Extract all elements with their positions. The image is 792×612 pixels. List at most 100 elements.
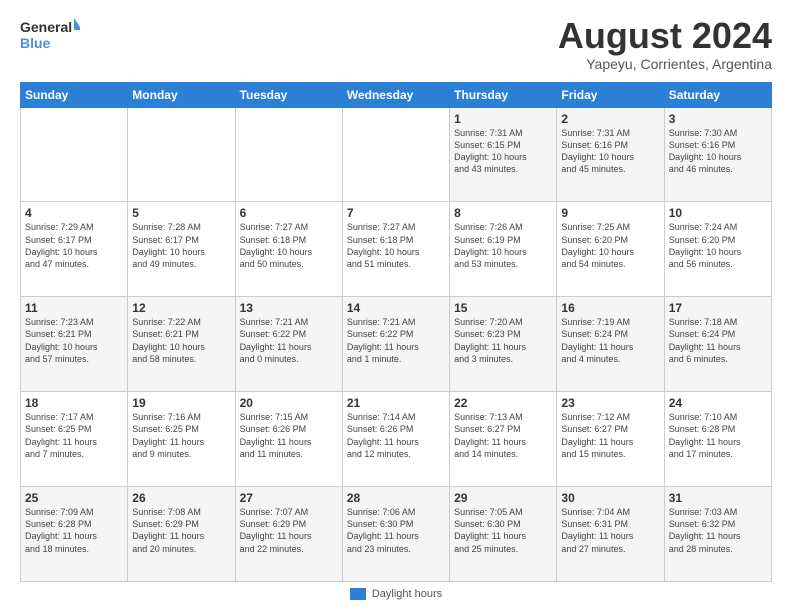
day-info: Sunrise: 7:24 AM Sunset: 6:20 PM Dayligh… bbox=[669, 221, 767, 270]
calendar-week-row: 1Sunrise: 7:31 AM Sunset: 6:15 PM Daylig… bbox=[21, 107, 772, 202]
day-number: 8 bbox=[454, 206, 552, 220]
day-number: 21 bbox=[347, 396, 445, 410]
table-row: 26Sunrise: 7:08 AM Sunset: 6:29 PM Dayli… bbox=[128, 487, 235, 582]
day-number: 6 bbox=[240, 206, 338, 220]
day-info: Sunrise: 7:17 AM Sunset: 6:25 PM Dayligh… bbox=[25, 411, 123, 460]
calendar-week-row: 11Sunrise: 7:23 AM Sunset: 6:21 PM Dayli… bbox=[21, 297, 772, 392]
day-number: 23 bbox=[561, 396, 659, 410]
table-row: 25Sunrise: 7:09 AM Sunset: 6:28 PM Dayli… bbox=[21, 487, 128, 582]
table-row: 23Sunrise: 7:12 AM Sunset: 6:27 PM Dayli… bbox=[557, 392, 664, 487]
calendar-week-row: 18Sunrise: 7:17 AM Sunset: 6:25 PM Dayli… bbox=[21, 392, 772, 487]
table-row: 29Sunrise: 7:05 AM Sunset: 6:30 PM Dayli… bbox=[450, 487, 557, 582]
day-info: Sunrise: 7:15 AM Sunset: 6:26 PM Dayligh… bbox=[240, 411, 338, 460]
day-info: Sunrise: 7:29 AM Sunset: 6:17 PM Dayligh… bbox=[25, 221, 123, 270]
day-info: Sunrise: 7:04 AM Sunset: 6:31 PM Dayligh… bbox=[561, 506, 659, 555]
day-info: Sunrise: 7:07 AM Sunset: 6:29 PM Dayligh… bbox=[240, 506, 338, 555]
calendar-header-row: Sunday Monday Tuesday Wednesday Thursday… bbox=[21, 82, 772, 107]
day-info: Sunrise: 7:25 AM Sunset: 6:20 PM Dayligh… bbox=[561, 221, 659, 270]
header: General Blue August 2024 Yapeyu, Corrien… bbox=[20, 16, 772, 72]
svg-text:Blue: Blue bbox=[20, 35, 51, 51]
day-number: 2 bbox=[561, 112, 659, 126]
day-info: Sunrise: 7:30 AM Sunset: 6:16 PM Dayligh… bbox=[669, 127, 767, 176]
day-info: Sunrise: 7:31 AM Sunset: 6:15 PM Dayligh… bbox=[454, 127, 552, 176]
day-info: Sunrise: 7:12 AM Sunset: 6:27 PM Dayligh… bbox=[561, 411, 659, 460]
day-number: 20 bbox=[240, 396, 338, 410]
day-number: 26 bbox=[132, 491, 230, 505]
table-row: 16Sunrise: 7:19 AM Sunset: 6:24 PM Dayli… bbox=[557, 297, 664, 392]
day-number: 17 bbox=[669, 301, 767, 315]
table-row: 17Sunrise: 7:18 AM Sunset: 6:24 PM Dayli… bbox=[664, 297, 771, 392]
day-info: Sunrise: 7:27 AM Sunset: 6:18 PM Dayligh… bbox=[347, 221, 445, 270]
table-row bbox=[128, 107, 235, 202]
col-sunday: Sunday bbox=[21, 82, 128, 107]
day-number: 25 bbox=[25, 491, 123, 505]
day-info: Sunrise: 7:31 AM Sunset: 6:16 PM Dayligh… bbox=[561, 127, 659, 176]
day-number: 7 bbox=[347, 206, 445, 220]
table-row: 10Sunrise: 7:24 AM Sunset: 6:20 PM Dayli… bbox=[664, 202, 771, 297]
day-info: Sunrise: 7:20 AM Sunset: 6:23 PM Dayligh… bbox=[454, 316, 552, 365]
day-number: 18 bbox=[25, 396, 123, 410]
day-info: Sunrise: 7:09 AM Sunset: 6:28 PM Dayligh… bbox=[25, 506, 123, 555]
table-row: 22Sunrise: 7:13 AM Sunset: 6:27 PM Dayli… bbox=[450, 392, 557, 487]
day-number: 29 bbox=[454, 491, 552, 505]
day-number: 27 bbox=[240, 491, 338, 505]
day-info: Sunrise: 7:28 AM Sunset: 6:17 PM Dayligh… bbox=[132, 221, 230, 270]
table-row: 15Sunrise: 7:20 AM Sunset: 6:23 PM Dayli… bbox=[450, 297, 557, 392]
day-number: 15 bbox=[454, 301, 552, 315]
table-row: 2Sunrise: 7:31 AM Sunset: 6:16 PM Daylig… bbox=[557, 107, 664, 202]
table-row: 21Sunrise: 7:14 AM Sunset: 6:26 PM Dayli… bbox=[342, 392, 449, 487]
table-row bbox=[235, 107, 342, 202]
day-info: Sunrise: 7:14 AM Sunset: 6:26 PM Dayligh… bbox=[347, 411, 445, 460]
calendar-table: Sunday Monday Tuesday Wednesday Thursday… bbox=[20, 82, 772, 582]
table-row: 28Sunrise: 7:06 AM Sunset: 6:30 PM Dayli… bbox=[342, 487, 449, 582]
col-friday: Friday bbox=[557, 82, 664, 107]
table-row: 4Sunrise: 7:29 AM Sunset: 6:17 PM Daylig… bbox=[21, 202, 128, 297]
legend-color-box bbox=[350, 588, 366, 600]
day-info: Sunrise: 7:23 AM Sunset: 6:21 PM Dayligh… bbox=[25, 316, 123, 365]
legend-label: Daylight hours bbox=[372, 588, 442, 600]
col-thursday: Thursday bbox=[450, 82, 557, 107]
table-row: 1Sunrise: 7:31 AM Sunset: 6:15 PM Daylig… bbox=[450, 107, 557, 202]
table-row: 24Sunrise: 7:10 AM Sunset: 6:28 PM Dayli… bbox=[664, 392, 771, 487]
calendar-week-row: 25Sunrise: 7:09 AM Sunset: 6:28 PM Dayli… bbox=[21, 487, 772, 582]
table-row bbox=[21, 107, 128, 202]
day-number: 24 bbox=[669, 396, 767, 410]
svg-text:General: General bbox=[20, 19, 72, 35]
table-row: 8Sunrise: 7:26 AM Sunset: 6:19 PM Daylig… bbox=[450, 202, 557, 297]
table-row: 19Sunrise: 7:16 AM Sunset: 6:25 PM Dayli… bbox=[128, 392, 235, 487]
day-info: Sunrise: 7:06 AM Sunset: 6:30 PM Dayligh… bbox=[347, 506, 445, 555]
table-row: 14Sunrise: 7:21 AM Sunset: 6:22 PM Dayli… bbox=[342, 297, 449, 392]
logo-svg: General Blue bbox=[20, 16, 80, 54]
month-title: August 2024 bbox=[558, 16, 772, 56]
day-number: 4 bbox=[25, 206, 123, 220]
table-row: 27Sunrise: 7:07 AM Sunset: 6:29 PM Dayli… bbox=[235, 487, 342, 582]
col-wednesday: Wednesday bbox=[342, 82, 449, 107]
col-saturday: Saturday bbox=[664, 82, 771, 107]
table-row: 12Sunrise: 7:22 AM Sunset: 6:21 PM Dayli… bbox=[128, 297, 235, 392]
day-number: 30 bbox=[561, 491, 659, 505]
day-number: 5 bbox=[132, 206, 230, 220]
day-number: 12 bbox=[132, 301, 230, 315]
title-block: August 2024 Yapeyu, Corrientes, Argentin… bbox=[558, 16, 772, 72]
day-info: Sunrise: 7:27 AM Sunset: 6:18 PM Dayligh… bbox=[240, 221, 338, 270]
day-number: 14 bbox=[347, 301, 445, 315]
day-number: 22 bbox=[454, 396, 552, 410]
table-row: 18Sunrise: 7:17 AM Sunset: 6:25 PM Dayli… bbox=[21, 392, 128, 487]
table-row bbox=[342, 107, 449, 202]
day-info: Sunrise: 7:22 AM Sunset: 6:21 PM Dayligh… bbox=[132, 316, 230, 365]
day-info: Sunrise: 7:18 AM Sunset: 6:24 PM Dayligh… bbox=[669, 316, 767, 365]
table-row: 13Sunrise: 7:21 AM Sunset: 6:22 PM Dayli… bbox=[235, 297, 342, 392]
day-number: 3 bbox=[669, 112, 767, 126]
day-info: Sunrise: 7:19 AM Sunset: 6:24 PM Dayligh… bbox=[561, 316, 659, 365]
day-number: 11 bbox=[25, 301, 123, 315]
day-info: Sunrise: 7:21 AM Sunset: 6:22 PM Dayligh… bbox=[347, 316, 445, 365]
page: General Blue August 2024 Yapeyu, Corrien… bbox=[0, 0, 792, 612]
day-info: Sunrise: 7:13 AM Sunset: 6:27 PM Dayligh… bbox=[454, 411, 552, 460]
table-row: 9Sunrise: 7:25 AM Sunset: 6:20 PM Daylig… bbox=[557, 202, 664, 297]
day-info: Sunrise: 7:10 AM Sunset: 6:28 PM Dayligh… bbox=[669, 411, 767, 460]
day-number: 19 bbox=[132, 396, 230, 410]
day-info: Sunrise: 7:08 AM Sunset: 6:29 PM Dayligh… bbox=[132, 506, 230, 555]
day-info: Sunrise: 7:16 AM Sunset: 6:25 PM Dayligh… bbox=[132, 411, 230, 460]
table-row: 6Sunrise: 7:27 AM Sunset: 6:18 PM Daylig… bbox=[235, 202, 342, 297]
legend: Daylight hours bbox=[20, 588, 772, 600]
